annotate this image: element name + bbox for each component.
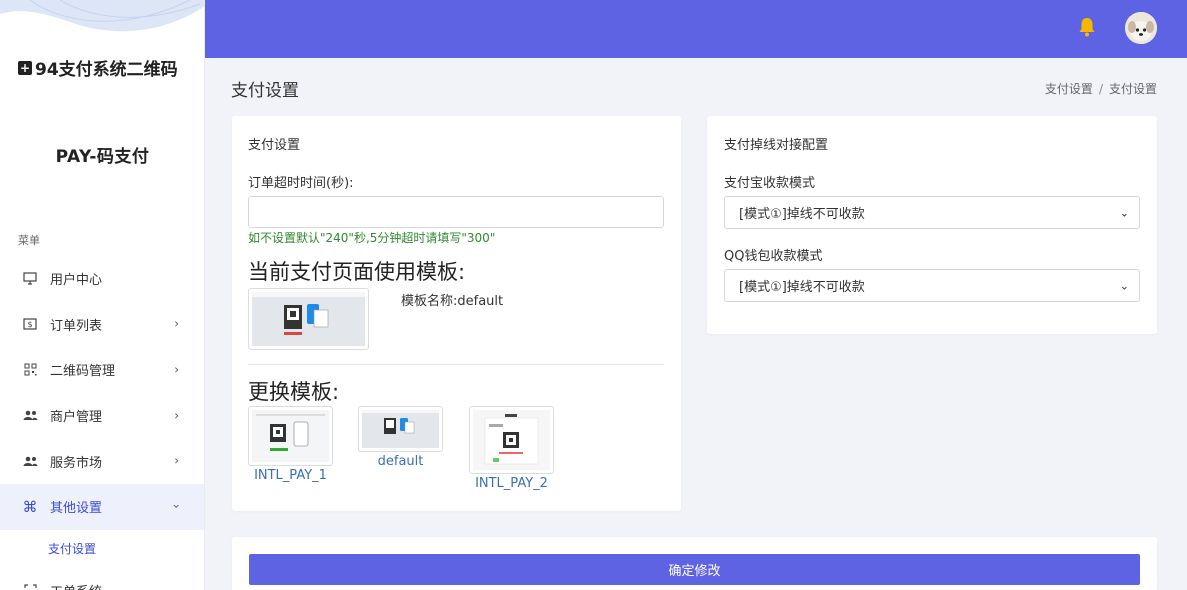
- svg-text:$: $: [27, 320, 32, 329]
- card-title: 支付设置: [248, 138, 301, 153]
- chevron-right-icon: ›: [174, 362, 179, 377]
- sidebar-item-market[interactable]: 服务市场 ›: [0, 438, 204, 484]
- sidebar-item-label: 服务市场: [50, 455, 103, 471]
- template-thumbnail-intl-pay-2[interactable]: [469, 406, 554, 474]
- sidebar-item-orders[interactable]: $ 订单列表 ›: [0, 302, 204, 348]
- template-label-intl-pay-2[interactable]: INTL_PAY_2: [469, 476, 554, 491]
- sidebar-item-tickets[interactable]: 工单系统: [0, 568, 204, 590]
- chevron-down-icon: ⌄: [1119, 206, 1129, 219]
- chevron-down-icon: ›: [169, 503, 184, 509]
- sidebar-subitem-payment-settings[interactable]: 支付设置: [0, 530, 204, 568]
- monitor-icon: [22, 271, 38, 287]
- sidebar-item-qrcode[interactable]: 二维码管理 ›: [0, 347, 204, 393]
- template-name-value: default: [457, 294, 504, 309]
- qq-wallet-mode-value: [模式①]掉线不可收款: [739, 280, 865, 295]
- alipay-mode-select[interactable]: [模式①]掉线不可收款 ⌄: [724, 196, 1140, 229]
- sidebar-item-label: 商户管理: [50, 410, 103, 426]
- sidebar-item-label: 其他设置: [50, 501, 103, 517]
- chevron-down-icon: ⌄: [1119, 279, 1129, 292]
- current-template-heading: 当前支付页面使用模板:: [248, 260, 466, 284]
- ticket-icon: [22, 582, 38, 590]
- users-icon: [22, 453, 38, 469]
- qq-wallet-mode-select[interactable]: [模式①]掉线不可收款 ⌄: [724, 269, 1140, 302]
- bell-icon[interactable]: [1077, 16, 1097, 38]
- chevron-right-icon: ›: [174, 453, 179, 468]
- sidebar-item-label: 二维码管理: [50, 364, 116, 380]
- timeout-input[interactable]: [248, 196, 664, 228]
- command-icon: ⌘: [22, 497, 38, 516]
- sidebar-item-other-settings[interactable]: ⌘ 其他设置 ›: [0, 483, 204, 530]
- breadcrumb-item[interactable]: 支付设置: [1045, 82, 1093, 96]
- submit-card: 确定修改: [232, 537, 1157, 590]
- confirm-button[interactable]: 确定修改: [249, 554, 1140, 585]
- template-name-label: 模板名称:: [401, 294, 458, 309]
- sidebar-item-label: 订单列表: [50, 318, 103, 334]
- brand-title-text: 94支付系统二维码: [35, 60, 178, 80]
- qq-wallet-mode-label: QQ钱包收款模式: [724, 249, 823, 264]
- dollar-icon: $: [22, 316, 38, 332]
- timeout-label: 订单超时时间(秒):: [248, 176, 354, 191]
- chevron-right-icon: ›: [174, 407, 179, 422]
- user-avatar[interactable]: [1125, 12, 1157, 44]
- template-thumbnail-intl-pay-1[interactable]: [248, 406, 333, 466]
- sidebar-menu: 用户中心 $ 订单列表 › 二维码管理 › 商户管理 › 服务市场 › ⌘ 其他…: [0, 256, 204, 590]
- template-name: 模板名称:default: [401, 290, 503, 309]
- page-title: 支付设置: [231, 81, 299, 101]
- timeout-help-text: 如不设置默认"240"秒,5分钟超时请填写"300": [248, 231, 496, 245]
- sidebar-item-user-center[interactable]: 用户中心: [0, 256, 204, 302]
- header-wave-decoration: [0, 0, 204, 32]
- sidebar-item-label: 用户中心: [50, 273, 103, 289]
- change-template-heading: 更换模板:: [248, 380, 340, 404]
- card-title: 支付掉线对接配置: [724, 138, 829, 153]
- alipay-mode-label: 支付宝收款模式: [724, 176, 816, 191]
- payment-settings-card: 支付设置 订单超时时间(秒): 如不设置默认"240"秒,5分钟超时请填写"30…: [232, 116, 681, 511]
- alipay-mode-value: [模式①]掉线不可收款: [739, 207, 865, 222]
- template-thumbnail-default[interactable]: [358, 406, 443, 452]
- breadcrumb: 支付设置 / 支付设置: [1045, 80, 1157, 97]
- sidebar-item-merchants[interactable]: 商户管理 ›: [0, 393, 204, 439]
- divider: [248, 364, 664, 365]
- sidebar-item-label: 工单系统: [50, 581, 102, 590]
- qrcode-icon: [22, 362, 38, 378]
- brand-title[interactable]: + 94支付系统二维码: [18, 55, 178, 80]
- chevron-right-icon: ›: [174, 316, 179, 331]
- users-icon: [22, 408, 38, 424]
- breadcrumb-item-current: 支付设置: [1108, 82, 1157, 96]
- template-label-default[interactable]: default: [358, 454, 443, 469]
- brand-subtitle: PAY-码支付: [55, 147, 150, 167]
- menu-caption: 菜单: [18, 234, 40, 247]
- template-label-intl-pay-1[interactable]: INTL_PAY_1: [248, 468, 333, 483]
- plus-icon: +: [18, 60, 32, 75]
- sidebar: + 94支付系统二维码 PAY-码支付 菜单 用户中心 $ 订单列表 › 二维码…: [0, 0, 205, 590]
- current-template-thumbnail: [248, 288, 369, 350]
- top-header: [205, 0, 1187, 58]
- offline-config-card: 支付掉线对接配置 支付宝收款模式 [模式①]掉线不可收款 ⌄ QQ钱包收款模式 …: [707, 116, 1157, 334]
- breadcrumb-separator: /: [1098, 82, 1103, 96]
